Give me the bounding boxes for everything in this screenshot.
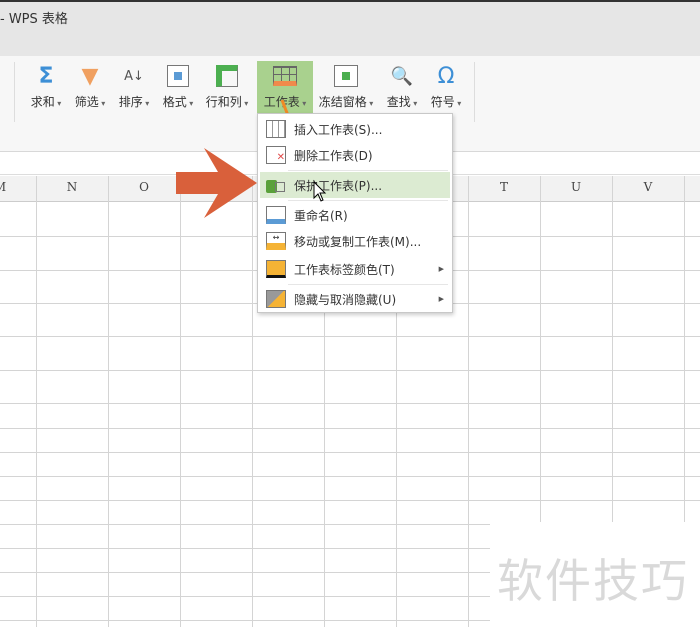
annotation-layer — [176, 99, 316, 218]
menu-item-insert-sheet[interactable]: 插入工作表(S)... — [260, 116, 450, 142]
submenu-arrow-icon: ▶ — [438, 265, 444, 273]
tab-color-icon — [266, 260, 286, 278]
menu-item-move-copy[interactable]: ↔ 移动或复制工作表(M)... — [260, 228, 450, 254]
rename-icon — [266, 206, 286, 224]
move-copy-icon: ↔ — [266, 232, 286, 250]
insert-sheet-icon — [266, 120, 286, 138]
protect-sheet-icon — [266, 176, 286, 194]
menu-item-protect-sheet[interactable]: 保护工作表(P)... — [260, 172, 450, 198]
mouse-cursor-icon — [313, 181, 327, 202]
menu-item-tab-color[interactable]: 工作表标签颜色(T) ▶ — [260, 256, 450, 282]
menu-item-hide-unhide[interactable]: 隐藏与取消隐藏(U) ▶ — [260, 286, 450, 312]
hide-unhide-icon — [266, 290, 286, 308]
menu-item-delete-sheet[interactable]: ✕ 删除工作表(D) — [260, 142, 450, 168]
menu-item-rename[interactable]: 重命名(R) — [260, 202, 450, 228]
big-arrow — [176, 148, 257, 218]
submenu-arrow-icon: ▶ — [438, 295, 444, 303]
delete-sheet-icon: ✕ — [266, 146, 286, 164]
worksheet-dropdown-menu: 插入工作表(S)... ✕ 删除工作表(D) 保护工作表(P)... 重命名(R)… — [257, 113, 453, 313]
